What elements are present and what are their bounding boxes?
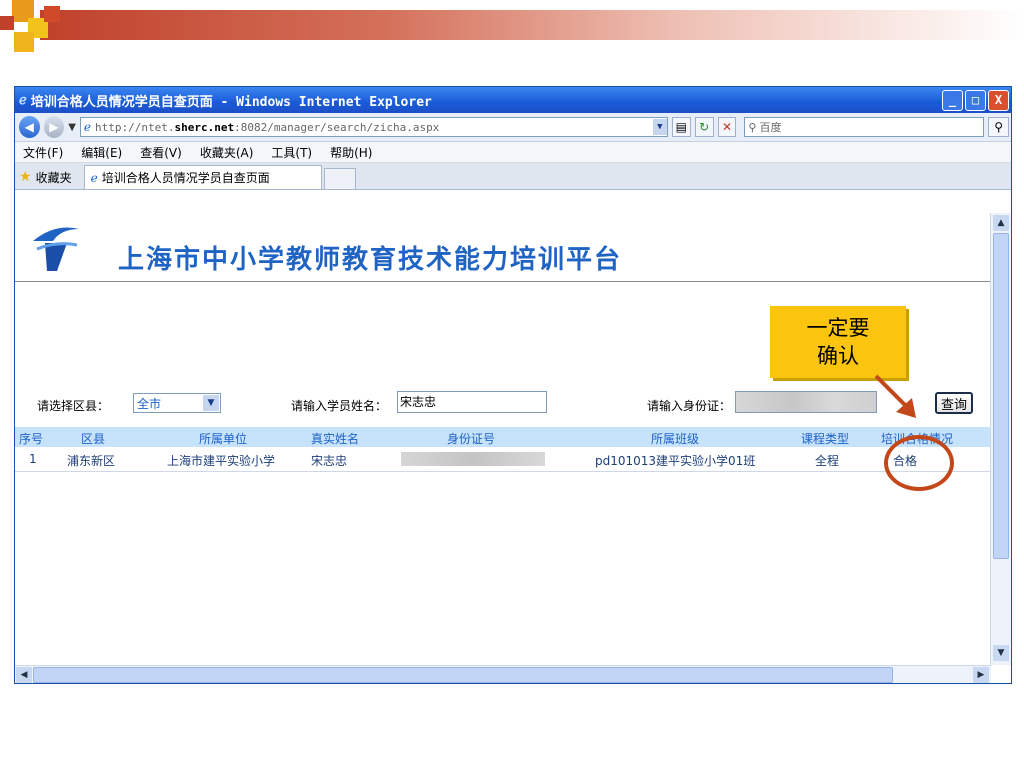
back-button[interactable]: ◀ <box>19 116 40 138</box>
star-icon: ★ <box>19 169 32 185</box>
url-path: :8082/manager/search/zicha.aspx <box>234 120 440 134</box>
query-button[interactable]: 查询 <box>935 392 973 414</box>
new-tab-button[interactable] <box>323 168 356 189</box>
name-input[interactable]: 宋志忠 <box>397 391 547 413</box>
scroll-up-icon[interactable]: ▲ <box>993 215 1009 231</box>
annotation-callout: 一定要 确认 <box>770 306 906 378</box>
row-unit: 上海市建平实验小学 <box>167 454 276 468</box>
name-label: 请输入学员姓名： <box>291 399 388 413</box>
decor-square-gold <box>14 32 34 52</box>
favorites-label: 收藏夹 <box>35 170 72 185</box>
refresh-icon[interactable]: ↻ <box>694 117 714 137</box>
address-dropdown-icon[interactable]: ▼ <box>652 119 667 135</box>
scroll-down-icon[interactable]: ▼ <box>993 645 1009 661</box>
browser-window: ℯ 培训合格人员情况学员自查页面 - Windows Internet Expl… <box>14 86 1012 684</box>
menu-favorites[interactable]: 收藏夹(A) <box>200 144 254 161</box>
search-go-button[interactable]: ⚲ <box>988 117 1010 137</box>
tab-bar: ★ 收藏夹 ℯ 培训合格人员情况学员自查页面 <box>15 163 1011 190</box>
header-divider <box>15 281 991 282</box>
tab-label: 培训合格人员情况学员自查页面 <box>101 171 270 185</box>
page-icon: ℯ <box>83 120 91 134</box>
horizontal-scroll-thumb[interactable] <box>33 667 893 683</box>
annotation-highlight-ring <box>884 435 954 491</box>
header-course: 课程类型 <box>801 432 850 446</box>
scroll-left-icon[interactable]: ◀ <box>16 667 32 683</box>
table-header: 序号 区县 所属单位 真实姓名 身份证号 所属班级 课程类型 培训合格情况 <box>15 427 991 447</box>
row-course: 全程 <box>815 454 840 468</box>
slide-banner <box>40 10 1024 40</box>
search-form: 请选择区县： 全市 ▼ 请输入学员姓名： 宋志忠 请输入身份证： 查询 <box>15 391 991 415</box>
row-district: 浦东新区 <box>67 454 116 468</box>
annotation-arrow-icon <box>874 374 916 418</box>
window-title: 培训合格人员情况学员自查页面 - Windows Internet Explor… <box>30 94 432 110</box>
tab-active[interactable]: ℯ 培训合格人员情况学员自查页面 <box>83 165 322 189</box>
url-scheme: http://ntet. <box>95 120 175 134</box>
id-label: 请输入身份证： <box>647 399 732 413</box>
url-host: sherc.net <box>174 120 235 134</box>
ie-icon: ℯ <box>19 92 27 108</box>
header-name: 真实姓名 <box>311 432 360 446</box>
row-class: pd101013建平实验小学01班 <box>595 454 756 468</box>
row-id-redacted <box>401 452 545 466</box>
district-label: 请选择区县： <box>37 399 110 413</box>
scroll-right-icon[interactable]: ▶ <box>973 667 989 683</box>
menu-tools[interactable]: 工具(T) <box>271 144 312 161</box>
district-select[interactable]: 全市 ▼ <box>133 393 221 413</box>
id-input[interactable] <box>735 391 877 413</box>
header-class: 所属班级 <box>651 432 700 446</box>
annotation-line-2: 确认 <box>817 344 859 368</box>
compatibility-icon[interactable]: ▤ <box>671 117 691 137</box>
row-name: 宋志忠 <box>311 454 348 468</box>
horizontal-scrollbar[interactable]: ◀ ▶ <box>15 665 991 683</box>
search-placeholder: 百度 <box>759 121 782 134</box>
stop-icon[interactable]: ✕ <box>717 117 737 137</box>
slide-decoration <box>0 0 1024 60</box>
header-index: 序号 <box>19 432 44 446</box>
row-index: 1 <box>29 452 37 466</box>
menu-edit[interactable]: 编辑(E) <box>81 144 122 161</box>
page-content: 上海市中小学教师教育技术能力培训平台 请选择区县： 全市 ▼ 请输入学员姓名： … <box>15 213 991 665</box>
annotation-line-1: 一定要 <box>806 316 870 340</box>
search-icon: ⚲ <box>748 120 757 134</box>
header-district: 区县 <box>81 432 106 446</box>
search-input[interactable]: ⚲ 百度 <box>744 117 985 137</box>
vertical-scrollbar[interactable]: ▲ ▼ <box>990 213 1011 665</box>
favorites-button[interactable]: ★ 收藏夹 <box>19 165 72 189</box>
history-dropdown-icon[interactable]: ▼ <box>68 122 76 133</box>
menu-file[interactable]: 文件(F) <box>23 144 63 161</box>
vertical-scroll-thumb[interactable] <box>993 233 1009 559</box>
maximize-button[interactable]: □ <box>965 89 986 111</box>
ie-tab-icon: ℯ <box>90 170 98 185</box>
address-toolbar: ◀ ▶ ▼ ℯ http://ntet. sherc.net:8082/manag… <box>15 113 1011 142</box>
menu-bar: 文件(F) 编辑(E) 查看(V) 收藏夹(A) 工具(T) 帮助(H) <box>15 142 1011 163</box>
window-titlebar: ℯ 培训合格人员情况学员自查页面 - Windows Internet Expl… <box>15 87 1011 113</box>
site-title: 上海市中小学教师教育技术能力培训平台 <box>118 245 623 275</box>
district-value: 全市 <box>137 396 162 411</box>
table-row: 1 浦东新区 上海市建平实验小学 宋志忠 pd101013建平实验小学01班 全… <box>15 449 991 472</box>
minimize-button[interactable]: _ <box>942 89 963 111</box>
header-unit: 所属单位 <box>199 432 248 446</box>
address-input[interactable]: ℯ http://ntet. sherc.net:8082/manager/sea… <box>79 117 668 137</box>
chevron-down-icon: ▼ <box>203 395 219 411</box>
menu-view[interactable]: 查看(V) <box>140 144 182 161</box>
close-button[interactable]: X <box>988 89 1009 111</box>
window-controls: _ □ X <box>942 89 1009 111</box>
forward-button[interactable]: ▶ <box>43 116 65 138</box>
site-logo-icon <box>33 227 79 271</box>
menu-help[interactable]: 帮助(H) <box>330 144 372 161</box>
header-id: 身份证号 <box>447 432 496 446</box>
decor-square-red2 <box>44 6 60 22</box>
decor-square-red <box>0 16 14 30</box>
